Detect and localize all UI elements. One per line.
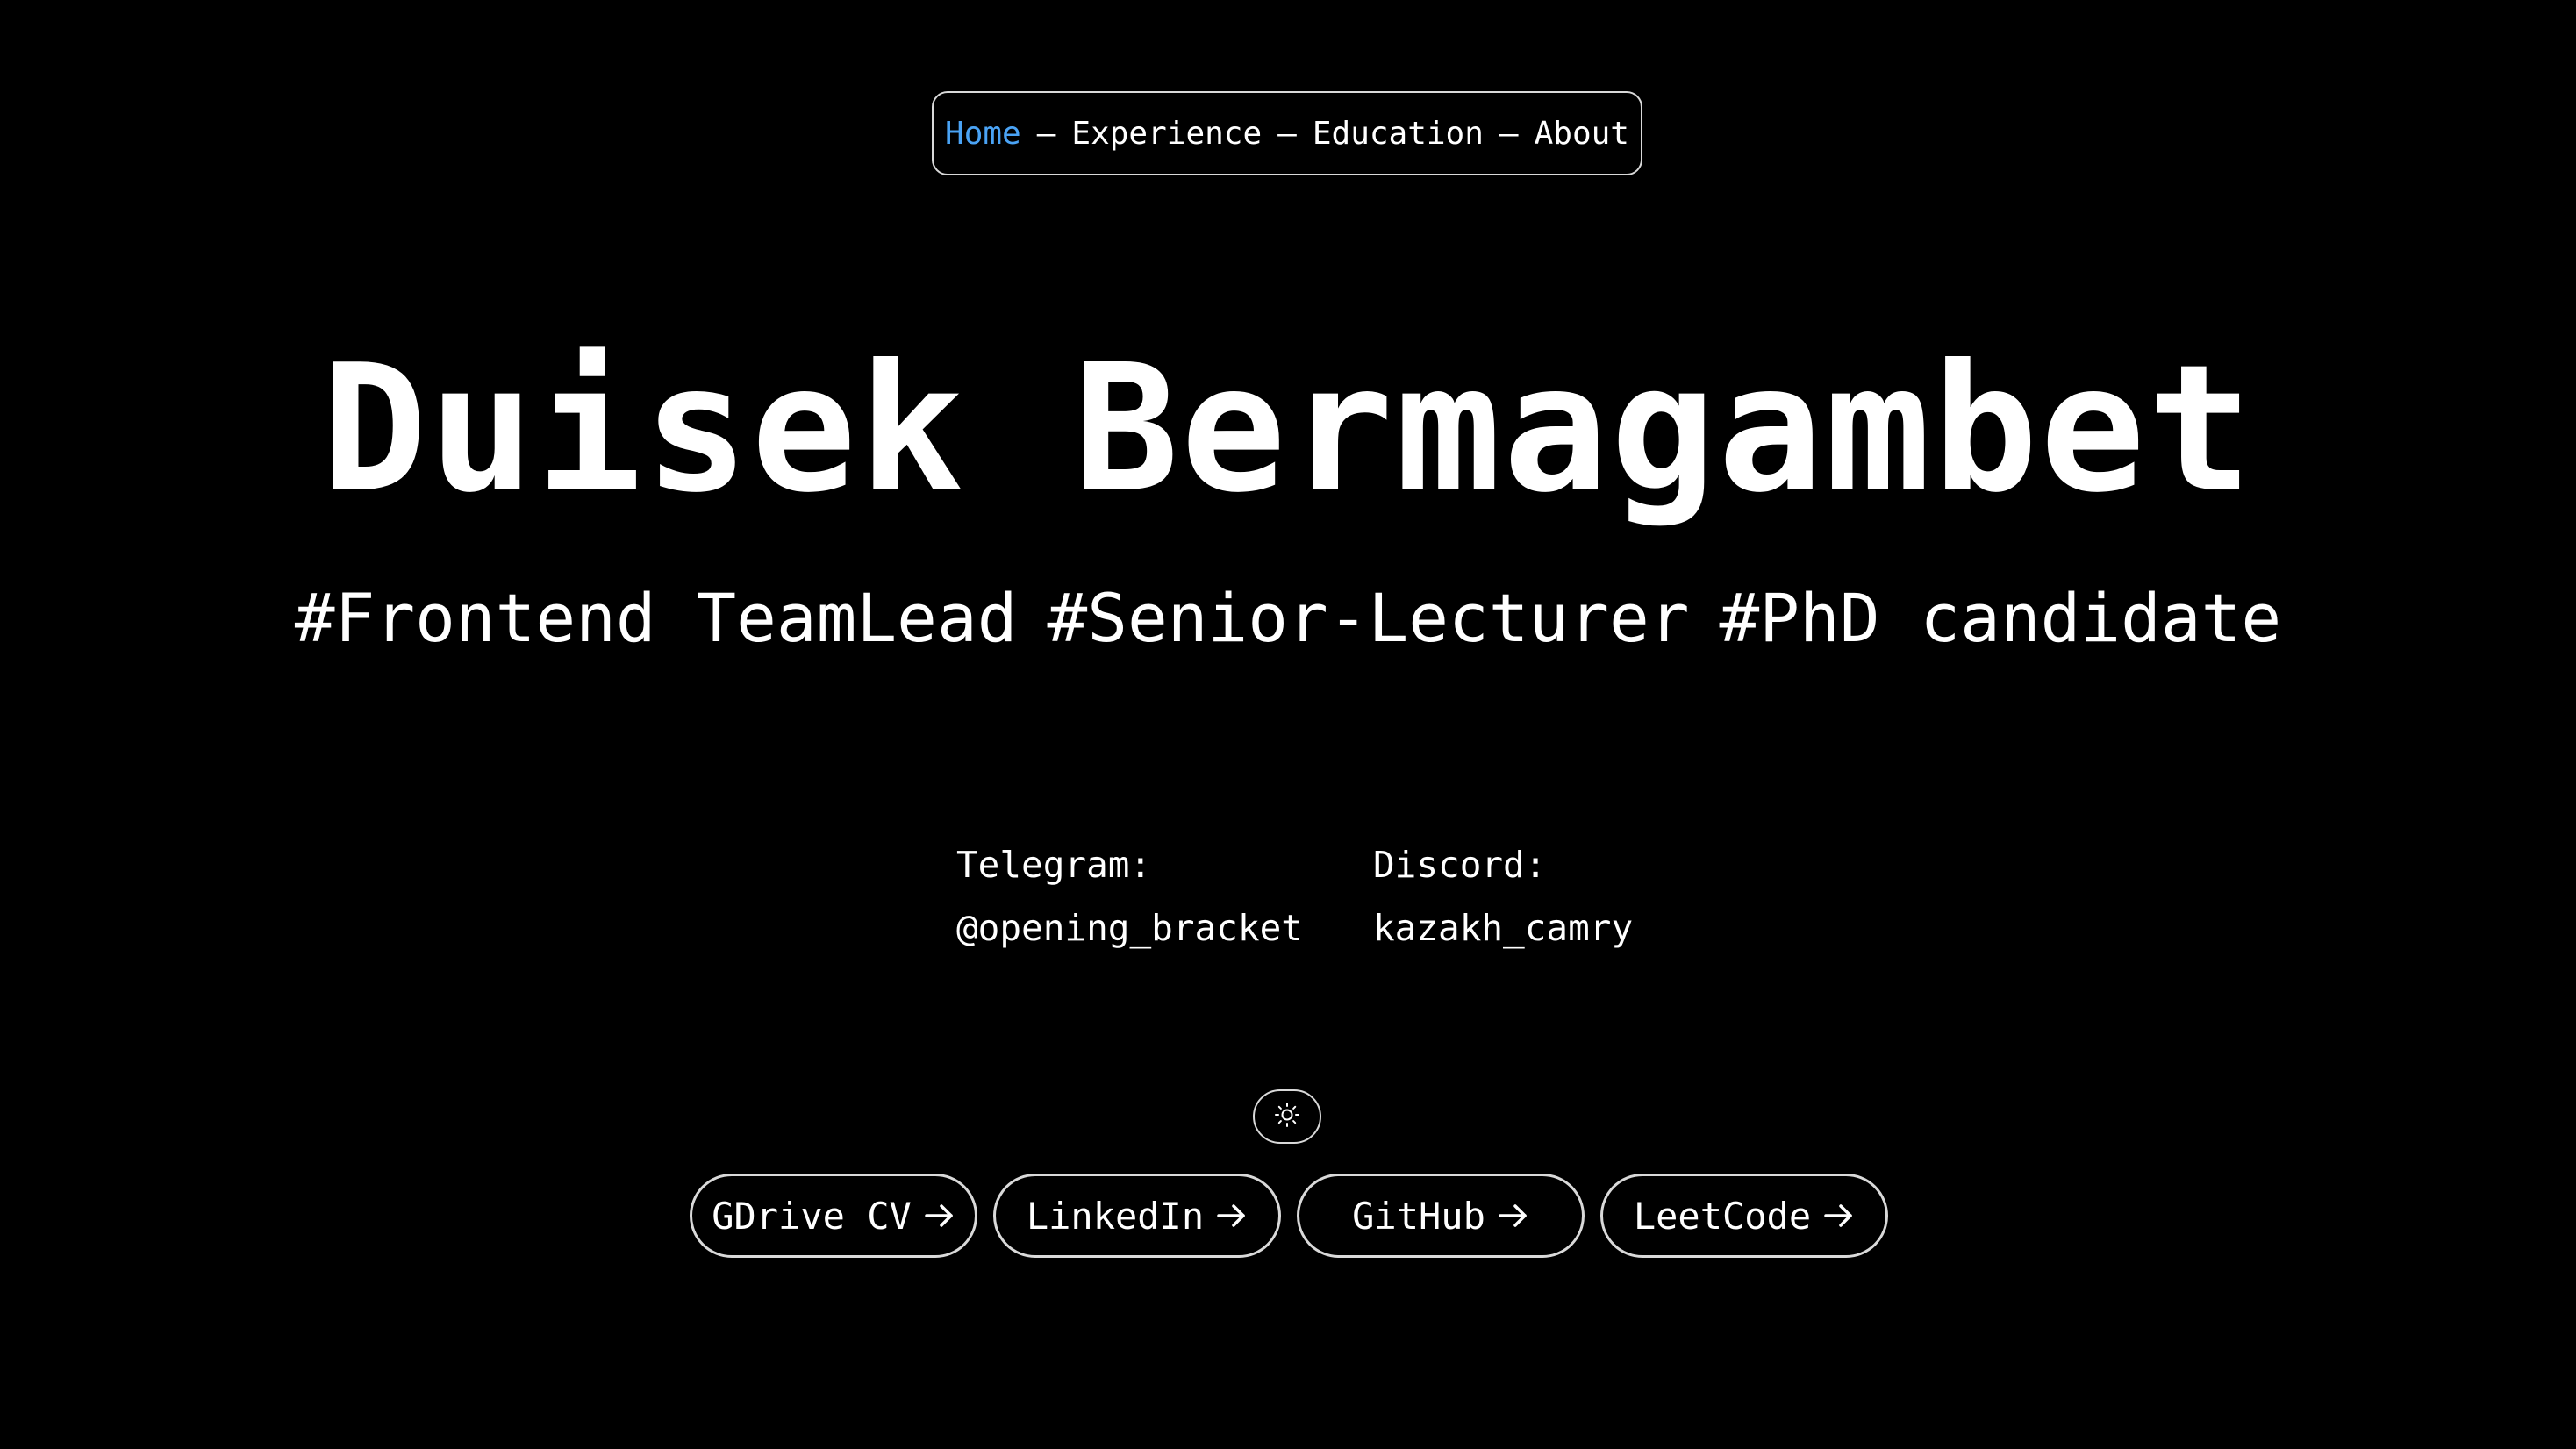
- theme-toggle-button[interactable]: [1253, 1089, 1321, 1144]
- page-title: Duisek Bermagambet: [321, 327, 2255, 532]
- telegram-handle: @opening_bracket: [956, 907, 1303, 949]
- page: Home – Experience – Education – About Du…: [0, 0, 2576, 1449]
- contact-telegram: Telegram: @opening_bracket: [956, 833, 1303, 960]
- arrow-right-icon: [1823, 1203, 1855, 1229]
- gdrive-cv-label: GDrive CV: [712, 1194, 912, 1238]
- arrow-right-icon: [1498, 1203, 1529, 1229]
- discord-label: Discord:: [1372, 844, 1547, 886]
- nav-separator: –: [1499, 115, 1519, 152]
- nav-item-home[interactable]: Home: [945, 116, 1021, 152]
- arrow-right-icon: [1216, 1203, 1248, 1229]
- linkedin-button[interactable]: LinkedIn: [993, 1174, 1281, 1258]
- nav-separator: –: [1277, 115, 1297, 152]
- contacts: Telegram: @opening_bracket Discord: kaza…: [956, 833, 1633, 960]
- role-tags: #Frontend TeamLead #Senior-Lecturer #PhD…: [0, 575, 2576, 662]
- linkedin-label: LinkedIn: [1026, 1194, 1205, 1238]
- arrow-right-icon: [924, 1203, 955, 1229]
- nav-separator: –: [1036, 115, 1056, 152]
- sun-icon: [1274, 1102, 1300, 1131]
- github-button[interactable]: GitHub: [1297, 1174, 1585, 1258]
- nav-item-experience[interactable]: Experience: [1071, 116, 1262, 152]
- tag-frontend: #Frontend TeamLead: [294, 579, 1018, 657]
- discord-handle: kazakh_camry: [1372, 907, 1634, 949]
- nav-item-education[interactable]: Education: [1313, 116, 1484, 152]
- leetcode-label: LeetCode: [1633, 1194, 1812, 1238]
- external-links: GDrive CV LinkedIn GitHub LeetCode: [690, 1174, 1888, 1258]
- tag-lecturer: #Senior-Lecturer: [1047, 579, 1690, 657]
- top-nav: Home – Experience – Education – About: [932, 91, 1642, 175]
- gdrive-cv-button[interactable]: GDrive CV: [690, 1174, 977, 1258]
- github-label: GitHub: [1352, 1194, 1485, 1238]
- telegram-label: Telegram:: [956, 844, 1152, 886]
- tag-phd: #PhD candidate: [1719, 579, 2282, 657]
- contact-discord: Discord: kazakh_camry: [1373, 833, 1633, 960]
- leetcode-button[interactable]: LeetCode: [1600, 1174, 1888, 1258]
- nav-item-about[interactable]: About: [1535, 116, 1629, 152]
